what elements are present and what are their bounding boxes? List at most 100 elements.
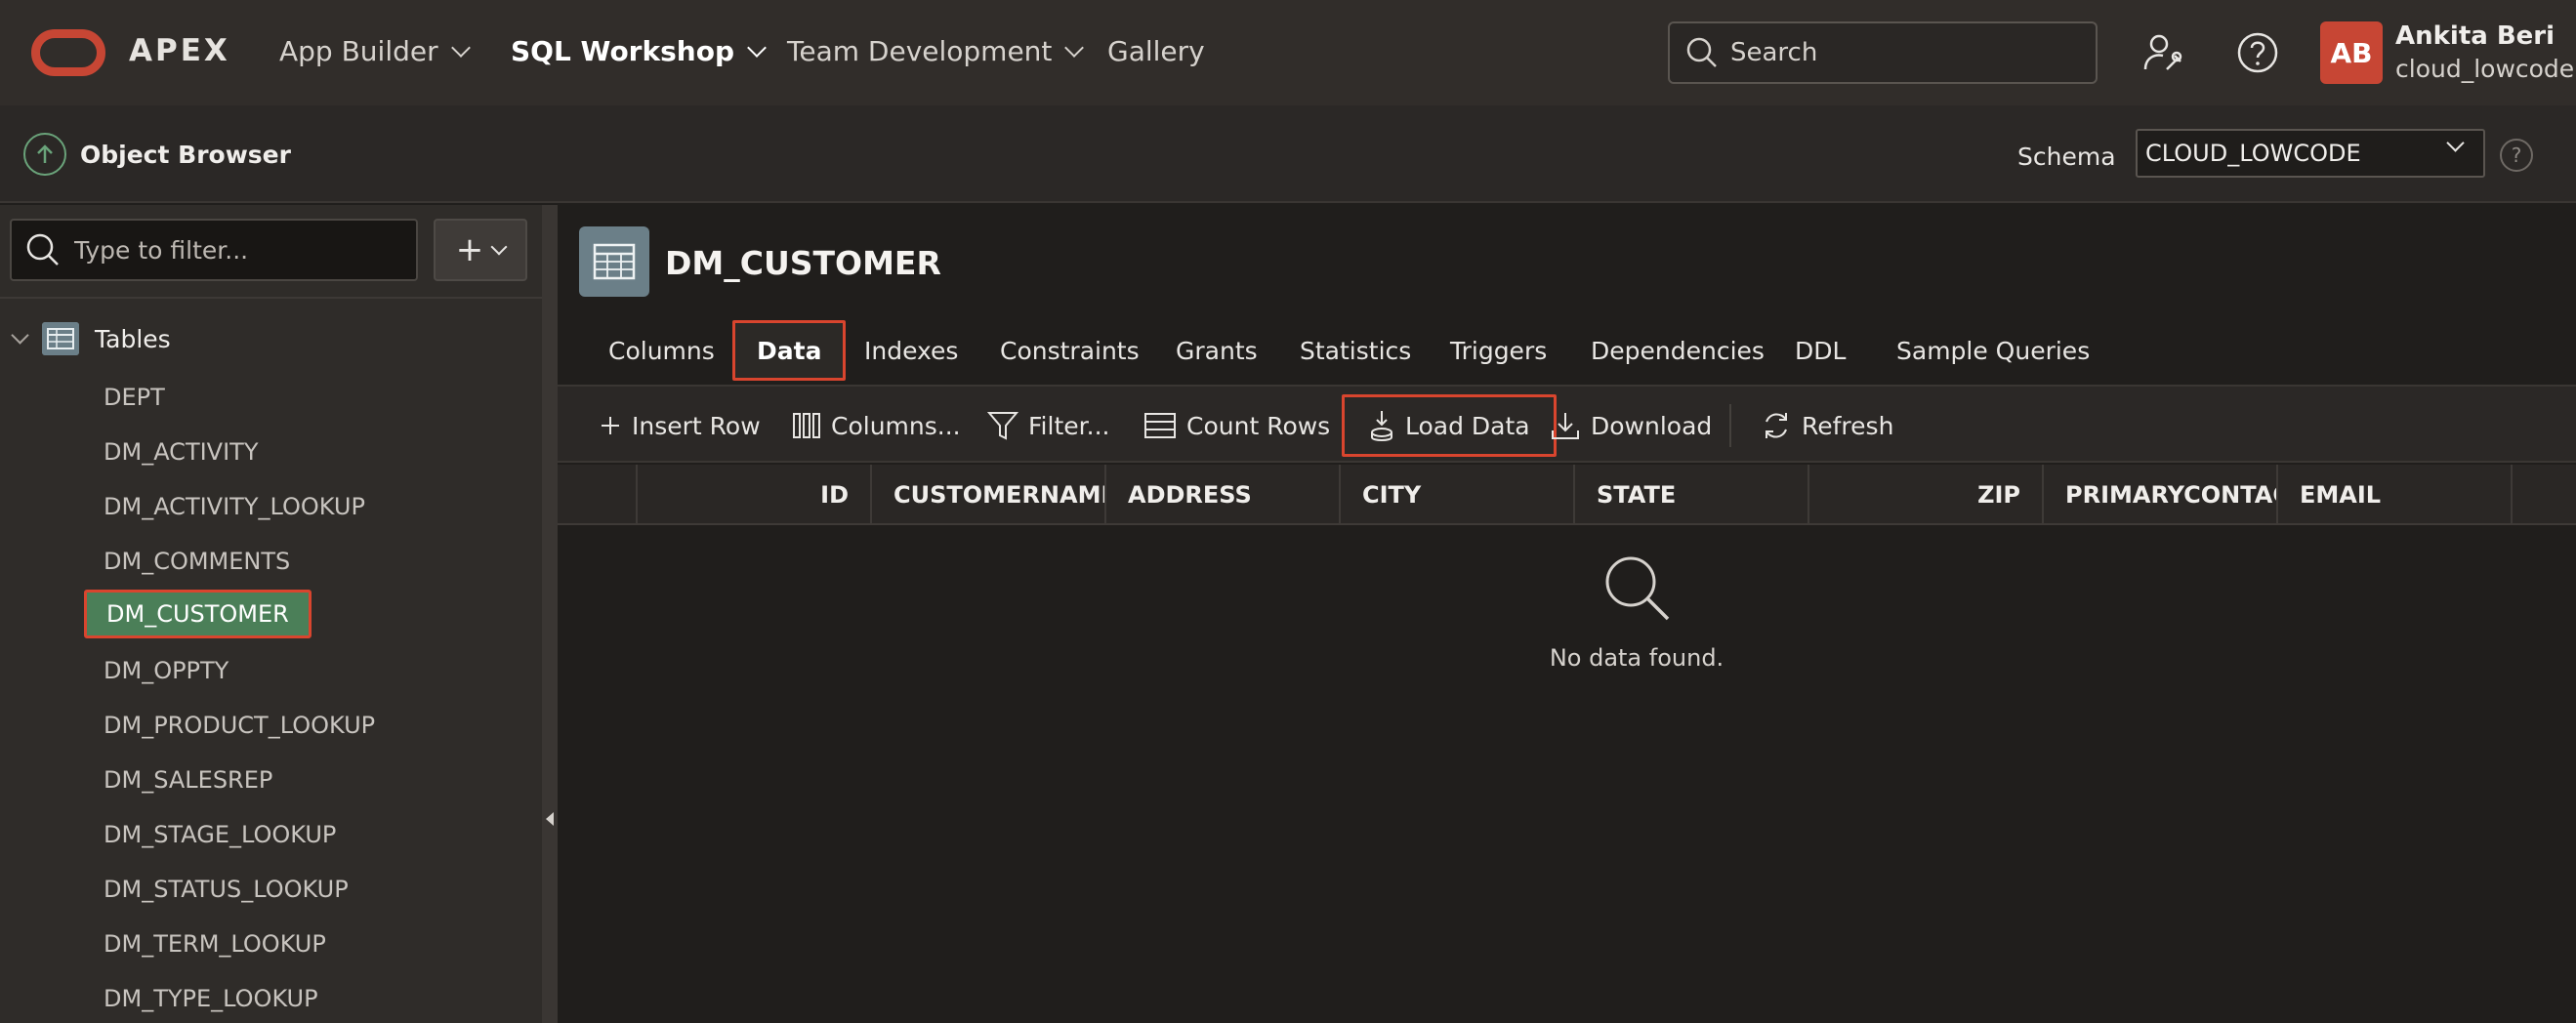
tree-item-dm-product-lookup[interactable]: DM_PRODUCT_LOOKUP (84, 701, 395, 750)
user-name[interactable]: Ankita Beri (2395, 21, 2555, 51)
tree-filter[interactable] (10, 219, 418, 281)
search-input[interactable] (1730, 38, 2082, 67)
schema-select-value: CLOUD_LOWCODE (2145, 140, 2361, 167)
toolbar-divider (1729, 404, 1731, 447)
database-upload-icon (1371, 411, 1392, 441)
tab-ddl[interactable]: DDL (1795, 320, 1846, 381)
search-icon (1686, 37, 1717, 67)
tree-item-dm-oppty[interactable]: DM_OPPTY (84, 646, 248, 695)
schema-label: Schema (2017, 143, 2116, 171)
data-grid-header: ID CUSTOMERNAME ADDRESS CITY STATE ZIP P… (558, 465, 2576, 525)
load-data-button[interactable]: Load Data (1342, 394, 1557, 457)
refresh-icon (1766, 413, 1787, 438)
load-data-label: Load Data (1405, 411, 1530, 440)
chevron-down-icon (490, 238, 508, 256)
insert-row-label: Insert Row (632, 411, 761, 440)
tree-item-dm-type-lookup[interactable]: DM_TYPE_LOOKUP (84, 974, 338, 1023)
grid-header-zip[interactable]: ZIP (1809, 465, 2044, 525)
columns-icon (793, 413, 820, 438)
create-object-button[interactable]: + (434, 219, 527, 281)
tree-node-tables[interactable]: Tables (11, 322, 171, 355)
tree-item-dm-activity-lookup[interactable]: DM_ACTIVITY_LOOKUP (84, 482, 385, 531)
grid-header-id[interactable]: ID (638, 465, 872, 525)
grid-header-address[interactable]: ADDRESS (1106, 465, 1341, 525)
grid-header-email[interactable]: EMAIL (2278, 465, 2513, 525)
insert-row-button[interactable]: Insert Row (599, 394, 761, 457)
tree-item-dm-status-lookup[interactable]: DM_STATUS_LOOKUP (84, 865, 368, 914)
filter-input[interactable] (74, 235, 396, 265)
filter-button[interactable]: Filter... (987, 394, 1109, 457)
tab-data[interactable]: Data (732, 320, 847, 381)
tree-root-label: Tables (95, 324, 171, 353)
tree-item-dm-comments[interactable]: DM_COMMENTS (84, 537, 310, 586)
schema-help-icon[interactable]: ? (2500, 139, 2533, 172)
chevron-down-icon (1064, 37, 1085, 58)
grid-header-customername[interactable]: CUSTOMERNAME (872, 465, 1106, 525)
panel-splitter[interactable] (542, 205, 558, 1023)
download-icon (1552, 413, 1579, 439)
chevron-down-icon (2446, 134, 2465, 152)
search-icon (1605, 556, 1670, 621)
tree-item-dm-activity[interactable]: DM_ACTIVITY (84, 428, 278, 476)
chevron-down-icon[interactable] (11, 325, 29, 345)
oracle-logo[interactable] (31, 29, 105, 76)
tree-item-dm-salesrep[interactable]: DM_SALESREP (84, 756, 292, 804)
tree-item-dm-stage-lookup[interactable]: DM_STAGE_LOOKUP (84, 810, 355, 859)
tab-sample-queries[interactable]: Sample Queries (1896, 320, 2090, 381)
count-rows-button[interactable]: Count Rows (1143, 394, 1330, 457)
empty-state: No data found. (1417, 552, 1856, 672)
nav-team-development[interactable]: Team Development (787, 35, 1085, 67)
refresh-button[interactable]: Refresh (1761, 394, 1893, 457)
nav-app-builder-label: App Builder (279, 35, 438, 67)
tree-item-dm-customer[interactable]: DM_CUSTOMER (84, 590, 312, 638)
nav-gallery[interactable]: Gallery (1107, 35, 1205, 67)
up-arrow-icon[interactable] (23, 133, 66, 176)
global-search[interactable] (1668, 21, 2098, 84)
search-icon (26, 233, 59, 266)
object-detail: DM_CUSTOMER Columns Data Indexes Constra… (558, 205, 2576, 1023)
grid-header-state[interactable]: STATE (1575, 465, 1809, 525)
schema-select[interactable]: CLOUD_LOWCODE (2136, 129, 2485, 178)
download-label: Download (1591, 411, 1713, 440)
nav-team-development-label: Team Development (787, 35, 1053, 67)
download-button[interactable]: Download (1550, 394, 1712, 457)
object-tree-panel: + Tables DEPT DM_ACTIVITY DM_ACTIVITY_LO… (0, 205, 542, 1023)
count-rows-label: Count Rows (1186, 411, 1331, 440)
tab-grants[interactable]: Grants (1176, 320, 1258, 381)
data-toolbar: Insert Row Columns... Filter... Count Ro… (558, 385, 2576, 463)
object-tabs: Columns Data Indexes Constraints Grants … (558, 320, 2576, 381)
user-workspace[interactable]: cloud_lowcode (2395, 55, 2574, 83)
grid-header-city[interactable]: CITY (1341, 465, 1575, 525)
user-settings-icon[interactable] (2139, 29, 2185, 76)
tab-indexes[interactable]: Indexes (864, 320, 958, 381)
divider (0, 297, 542, 299)
nav-sql-workshop[interactable]: SQL Workshop (511, 35, 767, 67)
chevron-down-icon (450, 37, 471, 58)
nav-app-builder[interactable]: App Builder (279, 35, 471, 67)
tab-triggers[interactable]: Triggers (1450, 320, 1547, 381)
page-title: Object Browser (80, 141, 291, 169)
tab-columns[interactable]: Columns (608, 320, 715, 381)
rows-icon (1144, 413, 1176, 438)
tree-item-dept[interactable]: DEPT (84, 373, 185, 422)
object-title: DM_CUSTOMER (665, 244, 941, 282)
filter-icon (987, 412, 1018, 440)
plus-icon (602, 417, 619, 434)
plus-icon: + (455, 230, 484, 269)
chevron-down-icon (747, 37, 767, 58)
tab-constraints[interactable]: Constraints (1000, 320, 1140, 381)
empty-message: No data found. (1549, 644, 1724, 672)
avatar[interactable]: AB (2320, 21, 2383, 84)
grid-header-primarycontact[interactable]: PRIMARYCONTACT (2044, 465, 2278, 525)
tab-statistics[interactable]: Statistics (1300, 320, 1411, 381)
tab-dependencies[interactable]: Dependencies (1591, 320, 1765, 381)
tree-item-dm-term-lookup[interactable]: DM_TERM_LOOKUP (84, 920, 346, 968)
grid-row-selector-header[interactable] (558, 465, 638, 525)
collapse-arrow-icon[interactable] (546, 812, 554, 826)
refresh-label: Refresh (1802, 411, 1894, 440)
columns-button[interactable]: Columns... (792, 394, 961, 457)
help-icon[interactable] (2234, 29, 2281, 76)
apex-brand[interactable]: APEX (129, 33, 230, 68)
table-icon (42, 322, 79, 355)
nav-sql-workshop-label: SQL Workshop (511, 35, 734, 67)
